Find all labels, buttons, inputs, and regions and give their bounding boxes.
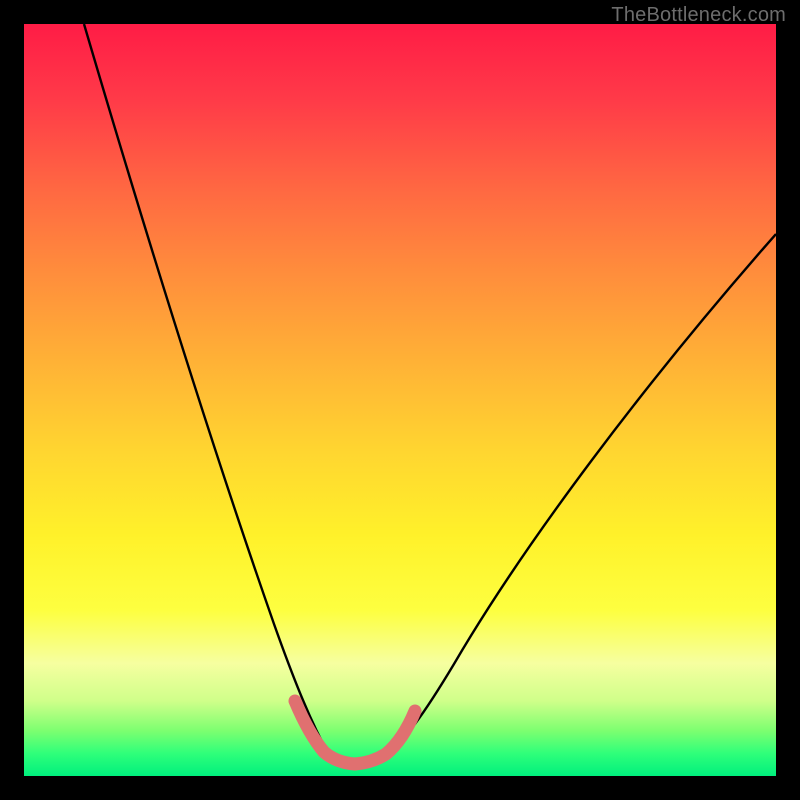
curve-overlay [24,24,776,776]
chart-frame: TheBottleneck.com [0,0,800,800]
valley-marker-right [355,711,415,764]
right-curve [385,234,776,755]
valley-marker-left [295,701,355,764]
left-curve [84,24,329,755]
watermark-label: TheBottleneck.com [611,4,786,27]
